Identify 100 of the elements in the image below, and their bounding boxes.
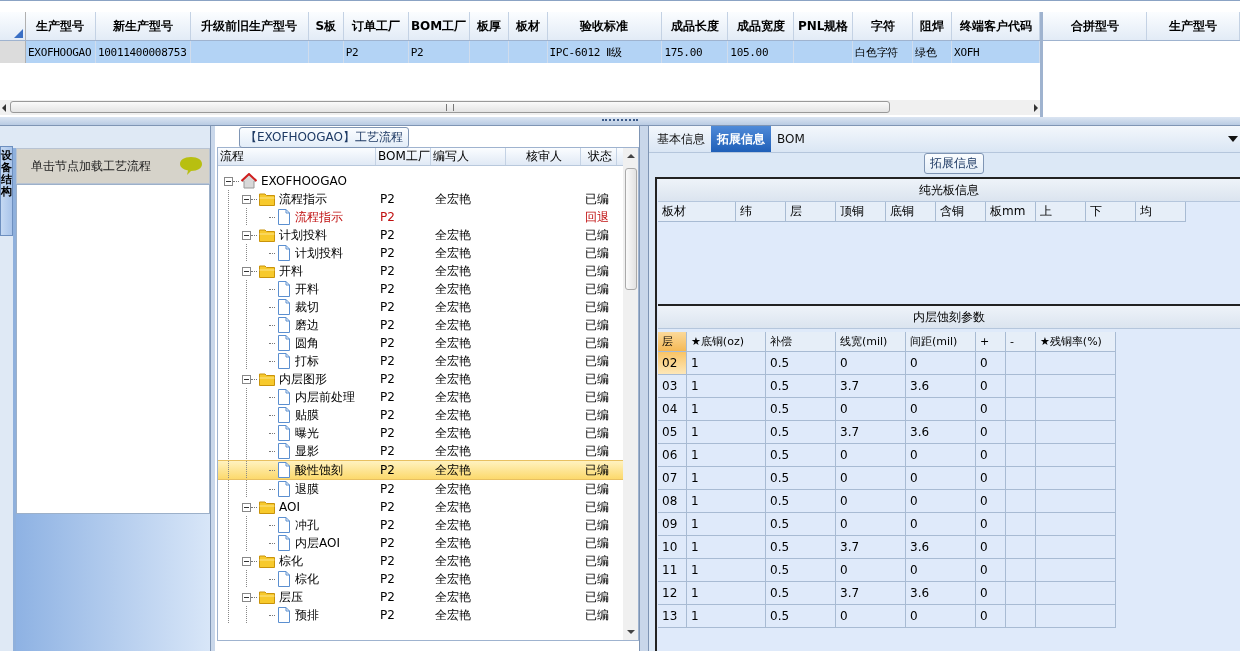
tree-row[interactable]: 圆角 P2 全宏艳 已编: [218, 334, 623, 352]
column-header[interactable]: 补偿: [766, 332, 836, 352]
tree-row[interactable]: 开料 P2 全宏艳 已编: [218, 262, 623, 280]
column-header[interactable]: 线宽(mil): [836, 332, 906, 352]
column-header[interactable]: 层: [786, 202, 836, 222]
column-header[interactable]: 层: [658, 332, 687, 352]
column-header[interactable]: ★底铜(oz): [687, 332, 766, 352]
column-header[interactable]: 订单工厂: [343, 12, 409, 40]
table-cell: 已编: [585, 280, 609, 298]
column-header[interactable]: 生产型号: [26, 12, 96, 40]
column-header[interactable]: 新生产型号: [95, 12, 191, 40]
column-header[interactable]: 成品宽度: [728, 12, 795, 40]
row-header[interactable]: 07: [658, 467, 687, 490]
row-header[interactable]: 11: [658, 559, 687, 582]
row-header[interactable]: 04: [658, 398, 687, 421]
row-header[interactable]: 09: [658, 513, 687, 536]
tree-row[interactable]: 磨边 P2 全宏艳 已编: [218, 316, 623, 334]
column-header[interactable]: 终端客户代码: [952, 12, 1041, 40]
table-cell: P2: [380, 608, 395, 622]
tree-row[interactable]: 贴膜 P2 全宏艳 已编: [218, 406, 623, 424]
column-header[interactable]: 板材: [508, 12, 548, 40]
column-header[interactable]: 顶铜: [836, 202, 886, 222]
column-header[interactable]: 间距(mil): [906, 332, 976, 352]
table-cell: 已编: [585, 298, 609, 316]
tree-row[interactable]: 棕化 P2 全宏艳 已编: [218, 552, 623, 570]
table-cell: 全宏艳: [435, 424, 471, 442]
side-tab[interactable]: 设备结构: [0, 146, 13, 236]
tab[interactable]: 基本信息: [651, 126, 711, 152]
tree-row[interactable]: EXOFHOOGAO: [218, 172, 623, 190]
column-header[interactable]: 字符: [853, 12, 914, 40]
column-header[interactable]: 生产型号: [1147, 12, 1240, 40]
tree-row[interactable]: 计划投料 P2 全宏艳 已编: [218, 226, 623, 244]
tree-row[interactable]: AOI P2 全宏艳 已编: [218, 498, 623, 516]
row-header[interactable]: 05: [658, 421, 687, 444]
table-cell: 0.5: [766, 421, 836, 444]
column-header[interactable]: 核审人: [506, 148, 581, 165]
column-header[interactable]: 板厚: [469, 12, 509, 40]
column-header[interactable]: +: [976, 332, 1006, 352]
row-header[interactable]: 10: [658, 536, 687, 559]
tree-row[interactable]: 打标 P2 全宏艳 已编: [218, 352, 623, 370]
section-header: 纯光板信息: [658, 179, 1240, 202]
tree-row[interactable]: 冲孔 P2 全宏艳 已编: [218, 516, 623, 534]
table-cell: 1: [687, 375, 766, 398]
row-header[interactable]: 12: [658, 582, 687, 605]
column-header[interactable]: -: [1006, 332, 1036, 352]
column-header[interactable]: 底铜: [886, 202, 936, 222]
table-cell: 已编: [585, 424, 609, 442]
column-header[interactable]: 含铜: [936, 202, 986, 222]
tab[interactable]: BOM: [771, 126, 811, 152]
row-header[interactable]: 08: [658, 490, 687, 513]
column-header[interactable]: 编写人: [431, 148, 506, 165]
column-header[interactable]: PNL规格: [794, 12, 854, 40]
column-header[interactable]: S板: [308, 12, 344, 40]
tree-row[interactable]: 开料 P2 全宏艳 已编: [218, 280, 623, 298]
table-cell: 全宏艳: [435, 606, 471, 624]
row-header[interactable]: 03: [658, 375, 687, 398]
row-header[interactable]: 06: [658, 444, 687, 467]
tree-row[interactable]: 裁切 P2 全宏艳 已编: [218, 298, 623, 316]
column-header[interactable]: 板mm: [986, 202, 1036, 222]
tree-row[interactable]: 层压 P2 全宏艳 已编: [218, 588, 623, 606]
column-header[interactable]: ★残铜率(%): [1036, 332, 1116, 352]
table-cell: 3.7: [836, 421, 906, 444]
table-cell: 3.7: [836, 582, 906, 605]
tab[interactable]: 拓展信息: [711, 126, 771, 152]
column-header[interactable]: 验收标准: [547, 12, 663, 40]
column-header[interactable]: 纬: [736, 202, 786, 222]
tree-row[interactable]: 预排 P2 全宏艳 已编: [218, 606, 623, 624]
table-cell: P2: [380, 554, 395, 568]
tree-row[interactable]: 流程指示 P2 回退: [218, 208, 623, 226]
tree-row[interactable]: 流程指示 P2 全宏艳 已编: [218, 190, 623, 208]
column-header[interactable]: 升级前旧生产型号: [190, 12, 309, 40]
column-header[interactable]: 板材: [658, 202, 736, 222]
column-header[interactable]: 成品长度: [662, 12, 729, 40]
table-cell: 1: [687, 582, 766, 605]
group-title: 拓展信息: [924, 153, 984, 174]
column-header[interactable]: 下: [1086, 202, 1136, 222]
tree-row[interactable]: 曝光 P2 全宏艳 已编: [218, 424, 623, 442]
node-label: 内层AOI: [295, 534, 340, 552]
row-header[interactable]: 13: [658, 605, 687, 628]
row-header[interactable]: 02: [658, 352, 687, 375]
tree-row[interactable]: 棕化 P2 全宏艳 已编: [218, 570, 623, 588]
table-row[interactable]: EXOFHOOGAO 10011400008753 P2 P2 IPC-6012 Ⅱ级 175.00 105.00 白色字符 绿色 XOFH: [0, 41, 1040, 63]
column-header[interactable]: BOM工厂: [376, 148, 431, 165]
tree-row[interactable]: 酸性蚀刻 P2 全宏艳 已编: [218, 460, 623, 480]
table-cell: 全宏艳: [435, 190, 471, 208]
column-header[interactable]: 均: [1136, 202, 1186, 222]
tree-row[interactable]: 计划投料 P2 全宏艳 已编: [218, 244, 623, 262]
table-cell: 3.6: [906, 375, 976, 398]
column-header[interactable]: 上: [1036, 202, 1086, 222]
tree-row[interactable]: 显影 P2 全宏艳 已编: [218, 442, 623, 460]
table-cell: 已编: [585, 406, 609, 424]
tree-row[interactable]: 退膜 P2 全宏艳 已编: [218, 480, 623, 498]
column-header[interactable]: 合拼型号: [1043, 12, 1147, 40]
tree-row[interactable]: 内层前处理 P2 全宏艳 已编: [218, 388, 623, 406]
column-header[interactable]: 流程: [218, 148, 376, 165]
tree-row[interactable]: 内层图形 P2 全宏艳 已编: [218, 370, 623, 388]
column-header[interactable]: 状态: [581, 148, 617, 165]
tree-row[interactable]: 内层AOI P2 全宏艳 已编: [218, 534, 623, 552]
column-header[interactable]: BOM工厂: [408, 12, 470, 40]
column-header[interactable]: 阻焊: [913, 12, 953, 40]
